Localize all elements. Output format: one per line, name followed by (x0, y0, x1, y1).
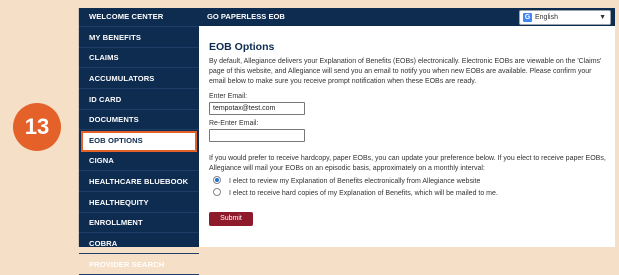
main-content: EOB Options By default, Allegiance deliv… (209, 26, 607, 247)
radio-electronic[interactable] (213, 176, 221, 185)
sidebar-item-my-benefits[interactable]: MY BENEFITS (79, 29, 199, 48)
sidebar-item-healthequity[interactable]: HEALTHEQUITY (79, 194, 199, 213)
page-header-bar: GO PAPERLESS EOB G English ▼ (199, 8, 615, 26)
sidebar-item-provider-search[interactable]: PROVIDER SEARCH (79, 256, 199, 275)
email-label: Enter Email: (209, 92, 248, 100)
option-electronic[interactable]: I elect to review my Explanation of Bene… (213, 176, 607, 188)
sidebar-item-accumulators[interactable]: ACCUMULATORS (79, 70, 199, 89)
email-field[interactable]: tempotax@test.com (209, 101, 305, 115)
sidebar-item-cobra[interactable]: COBRA (79, 235, 199, 255)
submit-button[interactable]: Submit (209, 212, 253, 227)
language-select[interactable]: G English ▼ (519, 10, 611, 25)
radio-paper[interactable] (213, 188, 221, 197)
option-paper-label: I elect to receive hard copies of my Exp… (229, 190, 498, 198)
sidebar-item-id-card[interactable]: ID CARD (79, 91, 199, 110)
sidebar-item-cigna[interactable]: CIGNA (79, 152, 199, 172)
reenter-email-field[interactable] (209, 128, 305, 142)
sidebar-item-healthcare-bluebook[interactable]: HEALTHCARE BLUEBOOK (79, 173, 199, 193)
option-paper[interactable]: I elect to receive hard copies of my Exp… (213, 188, 607, 200)
page-header-title: GO PAPERLESS EOB (207, 12, 285, 21)
option-electronic-label: I elect to review my Explanation of Bene… (229, 178, 481, 186)
sidebar-item-claims[interactable]: CLAIMS (79, 49, 199, 69)
step-number-badge: 13 (13, 103, 61, 151)
page-title: EOB Options (209, 41, 275, 53)
language-select-value: English (535, 14, 558, 21)
paper-preference-text: If you would prefer to receive hardcopy,… (209, 154, 606, 172)
sidebar-item-documents[interactable]: DOCUMENTS (79, 111, 199, 131)
google-translate-icon: G (523, 13, 532, 22)
app-window: WELCOME CENTER MY BENEFITS CLAIMS ACCUMU… (78, 8, 615, 275)
chevron-down-icon: ▼ (599, 14, 606, 21)
reenter-email-label: Re-Enter Email: (209, 119, 259, 127)
intro-text: By default, Allegiance delivers your Exp… (209, 58, 602, 86)
sidebar-item-enrollment[interactable]: ENROLLMENT (79, 214, 199, 234)
sidebar-nav: WELCOME CENTER MY BENEFITS CLAIMS ACCUMU… (79, 8, 199, 275)
sidebar-item-welcome-center[interactable]: WELCOME CENTER (79, 8, 199, 27)
sidebar-item-eob-options[interactable]: EOB OPTIONS (81, 130, 197, 152)
